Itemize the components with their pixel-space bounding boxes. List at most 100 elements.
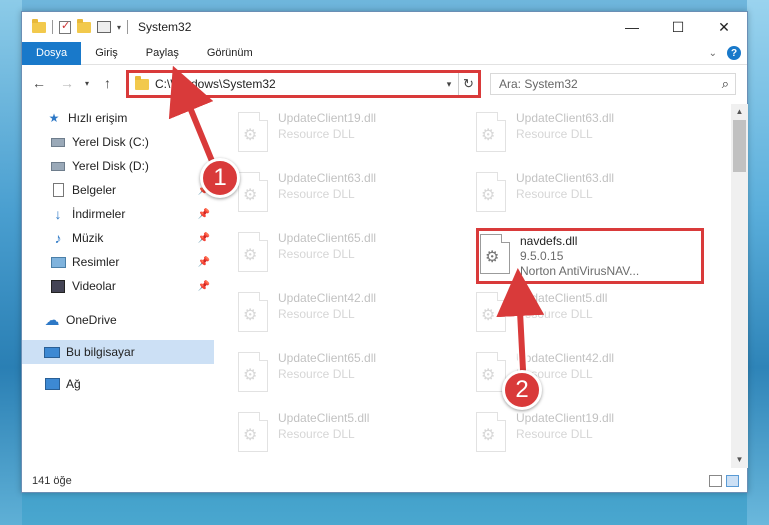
pin-icon[interactable]: 📌: [198, 209, 210, 220]
sidebar-item-videos[interactable]: Videolar 📌: [22, 274, 214, 298]
file-description: Resource DLL: [278, 307, 355, 321]
file-description: Resource DLL: [516, 187, 593, 201]
expand-ribbon-icon[interactable]: ⌄: [709, 48, 717, 59]
file-description: Resource DLL: [516, 127, 593, 141]
gear-icon: ⚙: [243, 367, 258, 384]
gear-icon: ⚙: [243, 247, 258, 264]
ribbon-right-controls: ⌄ ?: [709, 46, 741, 60]
window-title: System32: [138, 20, 192, 34]
file-name: UpdateClient42.dll: [278, 291, 377, 305]
gear-icon: ⚙: [481, 427, 496, 444]
details-view-icon[interactable]: [709, 475, 722, 487]
file-item[interactable]: ⚙ UpdateClient63.dll Resource DLL: [460, 106, 696, 158]
drive-icon: [51, 137, 65, 147]
tab-dosya[interactable]: Dosya: [22, 41, 82, 65]
sidebar-item-label: Bu bilgisayar: [66, 345, 135, 359]
properties-icon[interactable]: [97, 21, 111, 33]
sidebar-item-disk-c[interactable]: Yerel Disk (C:): [22, 130, 214, 154]
file-name: UpdateClient42.dll: [516, 351, 615, 365]
address-path[interactable]: C:\Windows\System32: [155, 77, 440, 91]
sidebar-item-documents[interactable]: Belgeler 📌: [22, 178, 214, 202]
videos-icon: [51, 279, 65, 293]
file-name: UpdateClient63.dll: [516, 111, 615, 125]
sidebar-item-disk-d[interactable]: Yerel Disk (D:): [22, 154, 214, 178]
address-dropdown-icon[interactable]: ▾: [440, 79, 458, 90]
sidebar-item-label: Müzik: [72, 231, 104, 245]
step-2-badge: 2: [502, 370, 542, 410]
tab-giris[interactable]: Giriş: [81, 42, 132, 65]
star-icon: ★: [48, 111, 60, 125]
file-item[interactable]: ⚙ UpdateClient65.dll Resource DLL: [222, 226, 458, 278]
toolbar-divider: [127, 20, 129, 34]
sidebar-item-quick-access[interactable]: ★ Hızlı erişim: [22, 106, 214, 130]
gear-icon: ⚙: [243, 127, 258, 144]
sidebar-item-onedrive[interactable]: ☁ OneDrive: [22, 308, 214, 332]
pin-icon[interactable]: 📌: [198, 257, 210, 268]
search-box[interactable]: Ara: System32 ⌕: [490, 73, 736, 95]
up-arrow-icon[interactable]: ↑: [104, 75, 111, 91]
properties-check-icon[interactable]: [59, 19, 71, 34]
vertical-scrollbar[interactable]: ▲ ▼: [731, 104, 748, 468]
desktop-background-left: [0, 0, 22, 525]
back-arrow-icon[interactable]: ←: [32, 75, 46, 91]
file-item[interactable]: ⚙ UpdateClient5.dll Resource DLL: [222, 406, 458, 458]
desktop-background-right: [747, 0, 769, 525]
customize-toolbar-icon[interactable]: ▾: [117, 23, 121, 32]
title-bar: ▾ System32 — ☐ ✕: [22, 12, 747, 42]
file-list: ⚙ UpdateClient19.dll Resource DLL ⚙ Updat…: [222, 106, 727, 468]
dll-file-icon: ⚙: [238, 232, 268, 272]
file-item[interactable]: ⚙ UpdateClient42.dll Resource DLL: [222, 286, 458, 338]
drive-icon: [51, 161, 65, 171]
file-item[interactable]: ⚙ UpdateClient65.dll Resource DLL: [222, 346, 458, 398]
file-item[interactable]: ⚙ UpdateClient42.dll Resource DLL: [460, 346, 696, 398]
gear-icon: ⚙: [243, 427, 258, 444]
sidebar-item-pictures[interactable]: Resimler 📌: [22, 250, 214, 274]
recent-locations-icon[interactable]: ▾: [85, 79, 89, 88]
close-button[interactable]: ✕: [701, 12, 747, 42]
file-item[interactable]: ⚙ UpdateClient19.dll Resource DLL: [460, 406, 696, 458]
tab-gorunum[interactable]: Görünüm: [193, 42, 267, 65]
gear-icon: ⚙: [481, 127, 496, 144]
sidebar-item-downloads[interactable]: ↓ İndirmeler 📌: [22, 202, 214, 226]
dll-file-icon: ⚙: [476, 292, 506, 332]
highlight-box: [476, 228, 704, 284]
view-switcher: [709, 475, 739, 487]
tiles-view-icon[interactable]: [726, 475, 739, 487]
navigation-pane: ★ Hızlı erişim Yerel Disk (C:) Yerel Dis…: [22, 106, 214, 468]
sidebar-item-music[interactable]: ♪ Müzik 📌: [22, 226, 214, 250]
new-folder-icon[interactable]: [77, 18, 91, 33]
help-icon[interactable]: ?: [727, 46, 741, 60]
item-count: 141 öğe: [32, 475, 72, 487]
minimize-button[interactable]: —: [609, 12, 655, 42]
cloud-icon: ☁: [44, 312, 60, 329]
scroll-thumb[interactable]: [733, 120, 746, 172]
file-description: Resource DLL: [278, 247, 355, 261]
tab-paylas[interactable]: Paylaş: [132, 42, 193, 65]
dll-file-icon: ⚙: [238, 412, 268, 452]
scroll-up-icon[interactable]: ▲: [731, 104, 748, 120]
sidebar-item-label: Belgeler: [72, 183, 117, 197]
file-item[interactable]: ⚙ UpdateClient63.dll Resource DLL: [460, 166, 696, 218]
file-item[interactable]: ⚙ UpdateClient63.dll Resource DLL: [222, 166, 458, 218]
dll-file-icon: ⚙: [238, 112, 268, 152]
pictures-icon: [50, 256, 66, 268]
pin-icon[interactable]: 📌: [198, 281, 210, 292]
folder-icon: [135, 75, 149, 90]
maximize-button[interactable]: ☐: [655, 12, 701, 42]
file-item[interactable]: ⚙ UpdateClient5.dll Resource DLL: [460, 286, 696, 338]
sidebar-item-network[interactable]: Ağ: [22, 372, 214, 396]
file-item[interactable]: ⚙ UpdateClient19.dll Resource DLL: [222, 106, 458, 158]
search-icon[interactable]: ⌕: [722, 76, 729, 92]
forward-arrow-icon[interactable]: →: [60, 75, 74, 91]
refresh-icon[interactable]: ↻: [458, 73, 478, 95]
quick-access-toolbar: ▾: [32, 18, 129, 34]
sidebar-item-label: Yerel Disk (C:): [72, 135, 149, 149]
search-placeholder: Ara: System32: [499, 77, 578, 91]
sidebar-item-label: Hızlı erişim: [68, 111, 128, 125]
sidebar-item-label: Ağ: [66, 377, 81, 391]
sidebar-item-this-pc[interactable]: Bu bilgisayar: [22, 340, 214, 364]
documents-icon: [52, 183, 64, 197]
address-bar[interactable]: C:\Windows\System32 ▾ ↻: [126, 70, 481, 98]
scroll-down-icon[interactable]: ▼: [731, 452, 748, 468]
pin-icon[interactable]: 📌: [198, 233, 210, 244]
